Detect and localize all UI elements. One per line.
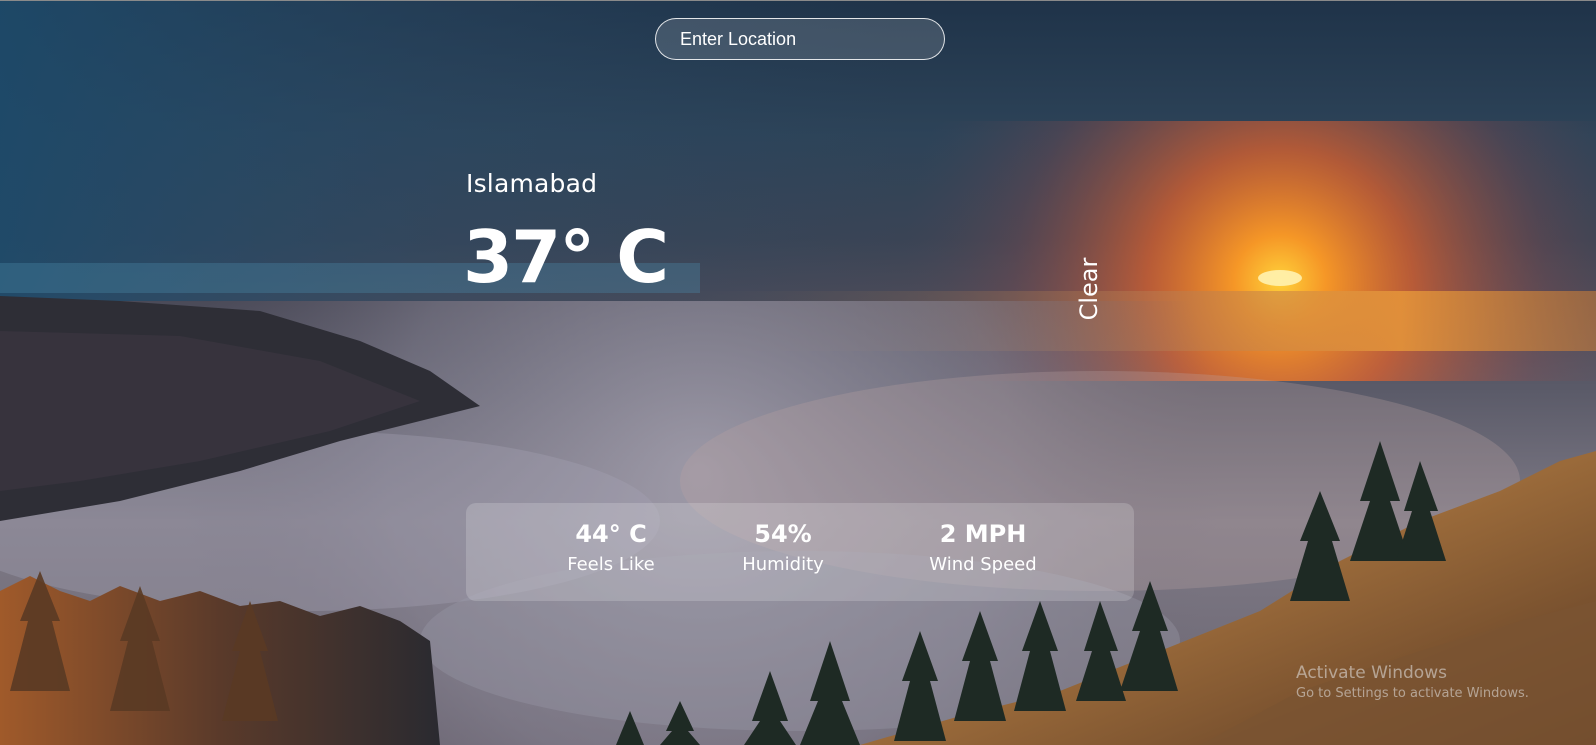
location-search-input[interactable] [655,18,945,60]
watermark-subtitle: Go to Settings to activate Windows. [1296,686,1529,701]
humidity-label: Humidity [742,554,824,575]
city-name: Islamabad [466,169,598,198]
background-image [0,1,1596,745]
activate-windows-watermark: Activate Windows Go to Settings to activ… [1296,662,1529,704]
current-temperature: 37° C [463,215,669,299]
wind-speed-label: Wind Speed [929,554,1037,575]
weather-details-panel: 44° C Feels Like 54% Humidity 2 MPH Wind… [466,503,1134,601]
humidity-value: 54% [754,520,812,548]
wind-speed-value: 2 MPH [939,520,1027,548]
wind-speed-stat: 2 MPH Wind Speed [908,519,1058,577]
humidity-stat: 54% Humidity [728,519,838,577]
feels-like-value: 44° C [575,520,647,548]
feels-like-label: Feels Like [567,554,655,575]
weather-condition: Clear [1075,257,1103,321]
watermark-title: Activate Windows [1296,663,1447,683]
feels-like-stat: 44° C Feels Like [556,519,666,577]
